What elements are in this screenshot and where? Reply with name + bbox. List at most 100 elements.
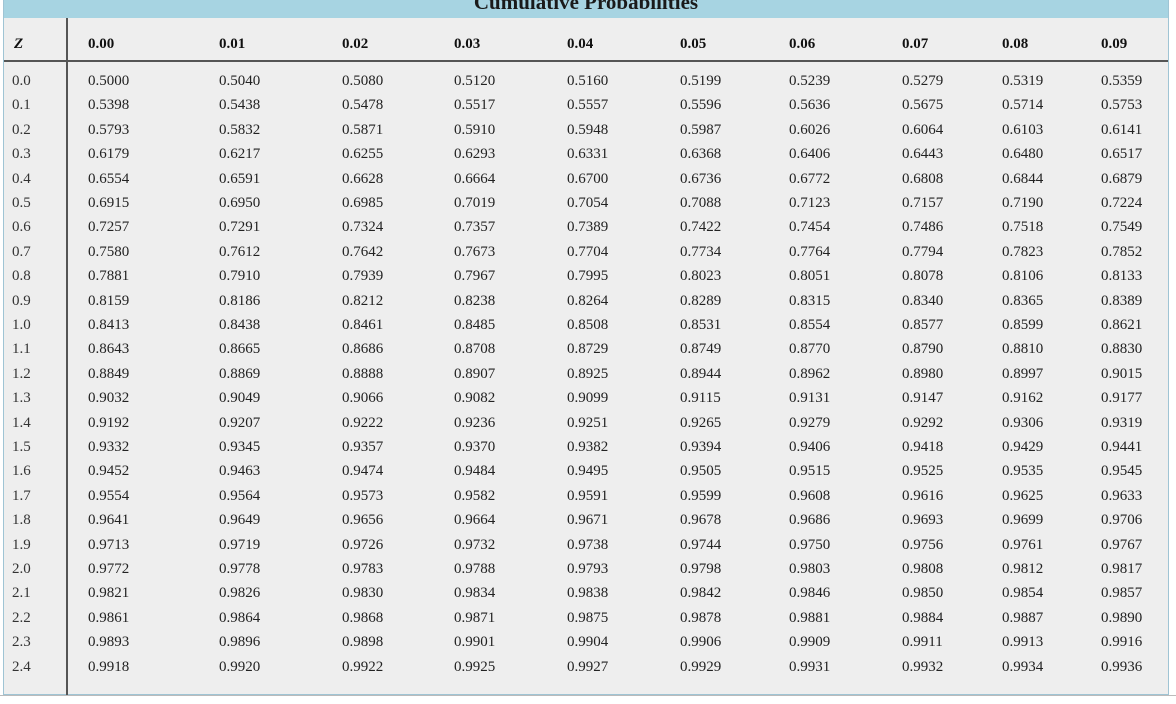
probability-cell: 0.5517: [454, 97, 496, 114]
table-row: 1.4 0.9192 0.9207 0.9222 0.9236 0.9251 0.9265 0…: [4, 411, 1168, 435]
probability-cell: 0.9726: [342, 536, 384, 553]
probability-cell: 0.9936: [1101, 658, 1143, 675]
probability-cell: 0.7734: [680, 243, 722, 260]
probability-cell: 0.8888: [342, 365, 384, 382]
probability-cell: 0.8508: [567, 317, 609, 333]
probability-cell: 0.9332: [88, 439, 130, 455]
probability-cell: 0.8554: [789, 317, 831, 333]
table-row: 1.0 0.8413 0.8438 0.8461 0.8485 0.8508 0.8531 0…: [4, 313, 1168, 337]
probability-cell: 0.8264: [567, 292, 609, 309]
probability-table: Cumulative Probabilities Z 0.00 0.01 0.02 0…: [3, 0, 1169, 695]
probability-cell: 0.9918: [88, 658, 130, 675]
probability-cell: 0.9846: [789, 585, 831, 602]
probability-cell: 0.9115: [680, 390, 721, 407]
probability-cell: 0.9911: [902, 634, 943, 651]
probability-cell: 0.9474: [342, 463, 384, 480]
probability-cell: 0.8907: [454, 365, 496, 382]
probability-cell: 0.7910: [219, 268, 261, 285]
column-header: 0.00: [88, 36, 115, 52]
probability-cell: 0.6628: [342, 170, 384, 187]
probability-cell: 0.7257: [88, 219, 130, 236]
probability-cell: 0.9147: [902, 390, 944, 407]
probability-cell: 0.9878: [680, 609, 722, 626]
probability-cell: 0.8531: [680, 317, 722, 333]
probability-cell: 0.5714: [1002, 97, 1044, 114]
table-row: 0.0 0.5000 0.5040 0.5080 0.5120 0.5160 0.5199 0…: [4, 69, 1168, 93]
probability-cell: 0.9418: [902, 439, 944, 455]
probability-cell: 0.8212: [342, 292, 384, 309]
z-value: 0.6: [12, 219, 31, 236]
probability-cell: 0.7454: [789, 219, 831, 236]
probability-cell: 0.9525: [902, 463, 944, 480]
probability-cell: 0.8133: [1101, 268, 1143, 285]
probability-cell: 0.7852: [1101, 243, 1143, 260]
probability-cell: 0.6844: [1002, 170, 1044, 187]
z-value: 0.5: [12, 195, 31, 211]
probability-cell: 0.9732: [454, 536, 496, 553]
probability-cell: 0.8106: [1002, 268, 1044, 285]
table-row: 1.6 0.9452 0.9463 0.9474 0.9484 0.9495 0.9505 0…: [4, 459, 1168, 483]
probability-cell: 0.5398: [88, 97, 130, 114]
probability-cell: 0.9515: [789, 463, 831, 480]
probability-cell: 0.9292: [902, 414, 944, 431]
probability-cell: 0.8944: [680, 365, 722, 382]
probability-cell: 0.9893: [88, 634, 130, 651]
probability-cell: 0.5675: [902, 97, 944, 114]
probability-cell: 0.9357: [342, 439, 384, 455]
probability-cell: 0.9686: [789, 512, 831, 529]
probability-cell: 0.8997: [1002, 365, 1044, 382]
probability-cell: 0.8078: [902, 268, 944, 285]
probability-cell: 0.7673: [454, 243, 496, 260]
probability-cell: 0.9319: [1101, 414, 1143, 431]
probability-cell: 0.5557: [567, 97, 609, 114]
table-row: 1.3 0.9032 0.9049 0.9066 0.9082 0.9099 0.9115 0…: [4, 386, 1168, 410]
probability-cell: 0.7967: [454, 268, 496, 285]
probability-cell: 0.7881: [88, 268, 130, 285]
table-row: 1.9 0.9713 0.9719 0.9726 0.9732 0.9738 0.9744 0…: [4, 533, 1168, 557]
probability-cell: 0.7224: [1101, 195, 1143, 211]
column-header: 0.06: [789, 36, 816, 52]
column-header: 0.05: [680, 36, 707, 52]
probability-cell: 0.9854: [1002, 585, 1044, 602]
probability-cell: 0.9861: [88, 609, 130, 626]
probability-cell: 0.7389: [567, 219, 609, 236]
probability-cell: 0.9699: [1002, 512, 1044, 529]
probability-cell: 0.7764: [789, 243, 831, 260]
probability-cell: 0.8438: [219, 317, 261, 333]
z-value: 1.1: [12, 341, 31, 358]
probability-cell: 0.9826: [219, 585, 261, 602]
probability-cell: 0.5040: [219, 73, 261, 89]
probability-cell: 0.9808: [902, 561, 944, 577]
z-value: 2.0: [12, 561, 31, 577]
probability-cell: 0.9656: [342, 512, 384, 529]
probability-cell: 0.6406: [789, 146, 831, 163]
z-value: 0.7: [12, 243, 31, 260]
probability-cell: 0.9484: [454, 463, 496, 480]
probability-cell: 0.8186: [219, 292, 261, 309]
probability-cell: 0.7157: [902, 195, 944, 211]
table-row: 0.3 0.6179 0.6217 0.6255 0.6293 0.6331 0.6368 0…: [4, 142, 1168, 166]
probability-cell: 0.8810: [1002, 341, 1044, 358]
probability-cell: 0.8621: [1101, 317, 1143, 333]
header-divider: [4, 60, 1168, 62]
probability-cell: 0.9641: [88, 512, 130, 529]
probability-cell: 0.9394: [680, 439, 722, 455]
z-value: 1.9: [12, 536, 31, 553]
z-value: 1.2: [12, 365, 31, 382]
probability-cell: 0.9913: [1002, 634, 1044, 651]
probability-cell: 0.9922: [342, 658, 384, 675]
probability-cell: 0.6179: [88, 146, 130, 163]
probability-cell: 0.6808: [902, 170, 944, 187]
probability-cell: 0.7704: [567, 243, 609, 260]
probability-cell: 0.8485: [454, 317, 496, 333]
probability-cell: 0.9887: [1002, 609, 1044, 626]
table-title-banner: Cumulative Probabilities: [4, 0, 1168, 18]
probability-cell: 0.9925: [454, 658, 496, 675]
z-value: 1.7: [12, 487, 31, 504]
probability-cell: 0.9864: [219, 609, 261, 626]
column-header: 0.09: [1101, 36, 1128, 52]
probability-cell: 0.8051: [789, 268, 831, 285]
z-value: 1.6: [12, 463, 31, 480]
probability-cell: 0.9066: [342, 390, 384, 407]
probability-cell: 0.9564: [219, 487, 261, 504]
